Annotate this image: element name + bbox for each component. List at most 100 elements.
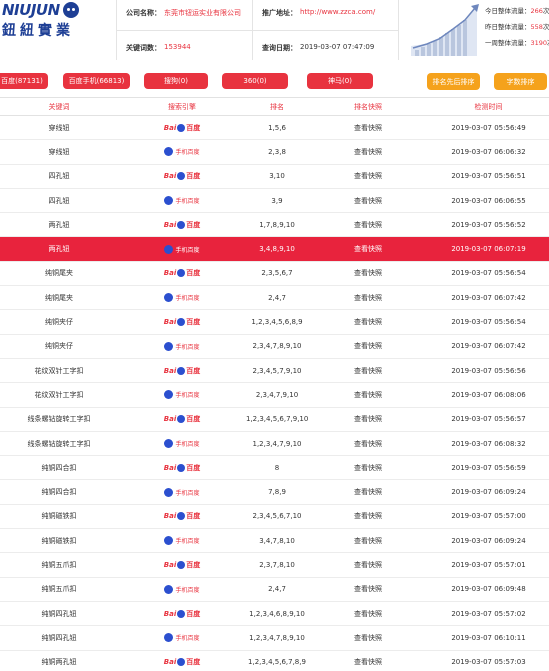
cell-time: 2019-03-07 06:09:48 bbox=[451, 585, 526, 594]
snapshot-link[interactable]: 查看快照 bbox=[308, 487, 428, 497]
cell-time: 2019-03-07 05:56:49 bbox=[451, 123, 526, 132]
baidu-logo-icon: Bai 百度 bbox=[164, 511, 200, 521]
snapshot-link[interactable]: 查看快照 bbox=[308, 463, 428, 473]
baidu-logo-icon: Bai 百度 bbox=[164, 123, 200, 133]
snapshot-link[interactable]: 查看快照 bbox=[308, 220, 428, 230]
baidu-logo-text: Bai bbox=[163, 415, 177, 424]
table-row[interactable]: 四孔钮 Bai 百度 3,10 查看快照 2019-03-07 05:56:51 bbox=[0, 165, 549, 189]
stat-week-label: 一周整体流量： bbox=[485, 39, 531, 47]
table-row[interactable]: 纯铜磁铁扣 Bai 百度 2,3,4,5,6,7,10 查看快照 2019-03-07 0… bbox=[0, 505, 549, 530]
baidu-mobile-logo-icon: 手机百度 bbox=[164, 487, 200, 497]
cell-engine: 手机百度 bbox=[118, 536, 246, 546]
stat-today: 今日整体流量：266次 bbox=[485, 5, 549, 15]
snapshot-link[interactable]: 查看快照 bbox=[308, 439, 428, 449]
table-row[interactable]: 纯铜磁铁扣 手机百度 3,4,7,8,10 查看快照 2019-03-07 06:09:… bbox=[0, 529, 549, 554]
snapshot-link[interactable]: 查看快照 bbox=[308, 536, 428, 546]
snapshot-link[interactable]: 查看快照 bbox=[308, 244, 428, 254]
snapshot-link[interactable]: 查看快照 bbox=[308, 268, 428, 278]
baidu-logo-text: 百度 bbox=[186, 269, 201, 278]
filter-shenma-button[interactable]: 神马(0) bbox=[307, 73, 373, 89]
table-row[interactable]: 纯铜夹仔 手机百度 2,3,4,7,8,9,10 查看快照 2019-03-07 06:… bbox=[0, 335, 549, 359]
table-row[interactable]: 纯铜四合扣 Bai 百度 8 查看快照 2019-03-07 05:56:59 bbox=[0, 456, 549, 481]
table-row[interactable]: 花纹双针工字扣 Bai 百度 2,3,4,5,7,9,10 查看快照 2019-03-07… bbox=[0, 359, 549, 384]
engine-filter-bar: 百度(87131) 百度手机(66813) 搜狗(0) 360(0) 神马(0)… bbox=[0, 70, 549, 94]
cell-engine: Bai 百度 bbox=[118, 171, 246, 181]
col-engine: 搜索引擎 bbox=[168, 102, 196, 111]
table-row[interactable]: 穿线钮 Bai 百度 1,5,6 查看快照 2019-03-07 05:56:49 bbox=[0, 116, 549, 141]
cell-rank: 2,3,4,5,7,9,10 bbox=[252, 366, 302, 375]
company-label: 公司名称： bbox=[126, 9, 161, 17]
filter-baidu-button[interactable]: 百度(87131) bbox=[0, 73, 48, 89]
sort-by-chars-button[interactable]: 字数排序 bbox=[494, 73, 547, 90]
stat-today-unit: 次 bbox=[542, 7, 549, 15]
table-row[interactable]: 纯铜夹仔 Bai 百度 1,2,3,4,5,6,8,9 查看快照 2019-03-07 0… bbox=[0, 310, 549, 335]
baidu-mobile-logo-text: 手机百度 bbox=[175, 586, 200, 594]
table-row[interactable]: 两孔钮 Bai 百度 1,7,8,9,10 查看快照 2019-03-07 05:56:5… bbox=[0, 213, 549, 238]
baidu-mobile-logo-icon: 手机百度 bbox=[164, 536, 200, 546]
baidu-paw-icon bbox=[164, 244, 174, 254]
snapshot-link[interactable]: 查看快照 bbox=[308, 366, 428, 376]
table-row[interactable]: 纯铜尾夹 Bai 百度 2,3,5,6,7 查看快照 2019-03-07 05:56:5… bbox=[0, 262, 549, 287]
snapshot-link[interactable]: 查看快照 bbox=[308, 147, 428, 157]
cell-keyword: 纯铜尾夹 bbox=[45, 269, 73, 278]
cell-engine: 手机百度 bbox=[118, 293, 246, 303]
table-row[interactable]: 纯铜四孔钮 Bai 百度 1,2,3,4,6,8,9,10 查看快照 2019-03-07… bbox=[0, 602, 549, 627]
site-link[interactable]: http://www.zzca.com/ bbox=[300, 8, 375, 16]
baidu-logo-text: Bai bbox=[163, 658, 177, 667]
baidu-logo-text: Bai bbox=[163, 269, 177, 278]
cell-rank: 1,2,3,4,5,6,7,8,9 bbox=[248, 658, 306, 667]
table-row[interactable]: 线条螺钻旋转工字扣 Bai 百度 1,2,3,4,5,6,7,9,10 查看快照 2019… bbox=[0, 408, 549, 432]
baidu-logo-text: 百度 bbox=[186, 658, 201, 667]
table-row[interactable]: 纯铜尾夹 手机百度 2,4,7 查看快照 2019-03-07 06:07:42 bbox=[0, 286, 549, 311]
filter-360-button[interactable]: 360(0) bbox=[222, 73, 288, 89]
baidu-paw-icon bbox=[177, 123, 186, 132]
table-row[interactable]: 穿线钮 手机百度 2,3,8 查看快照 2019-03-07 06:06:32 bbox=[0, 140, 549, 165]
cell-keyword: 纯铜四孔钮 bbox=[41, 609, 77, 618]
snapshot-link[interactable]: 查看快照 bbox=[308, 633, 428, 643]
baidu-logo-icon: Bai 百度 bbox=[164, 171, 200, 181]
stat-yesterday-unit: 次 bbox=[542, 23, 549, 31]
snapshot-link[interactable]: 查看快照 bbox=[308, 341, 428, 351]
snapshot-link[interactable]: 查看快照 bbox=[308, 414, 428, 424]
cell-rank: 1,7,8,9,10 bbox=[259, 220, 295, 229]
baidu-paw-icon bbox=[177, 172, 186, 181]
cell-keyword: 纯铜五爪扣 bbox=[41, 560, 77, 569]
table-row[interactable]: 线条螺钻旋转工字扣 手机百度 1,2,3,4,7,9,10 查看快照 2019-03-0… bbox=[0, 432, 549, 457]
site-label: 推广地址： bbox=[262, 9, 297, 17]
cell-rank: 2,3,4,7,8,9,10 bbox=[252, 342, 302, 351]
sort-by-rank-button[interactable]: 排名先后排序 bbox=[427, 73, 480, 90]
col-keyword: 关键词 bbox=[48, 102, 70, 111]
filter-baidu-mobile-button[interactable]: 百度手机(66813) bbox=[63, 73, 130, 89]
baidu-paw-icon bbox=[164, 196, 174, 206]
table-header: 关键词 搜索引擎 排名 排名快照 检测时间 bbox=[0, 97, 549, 116]
snapshot-link[interactable]: 查看快照 bbox=[308, 390, 428, 400]
snapshot-link[interactable]: 查看快照 bbox=[308, 171, 428, 181]
snapshot-link[interactable]: 查看快照 bbox=[308, 657, 428, 667]
table-row[interactable]: 纯铜五爪扣 手机百度 2,4,7 查看快照 2019-03-07 06:09:48 bbox=[0, 578, 549, 602]
baidu-logo-text: Bai bbox=[163, 366, 177, 375]
snapshot-link[interactable]: 查看快照 bbox=[308, 293, 428, 303]
table-row[interactable]: 纯铜两孔钮 Bai 百度 1,2,3,4,5,6,7,8,9 查看快照 2019-03-0… bbox=[0, 651, 549, 671]
cell-rank: 3,4,7,8,10 bbox=[259, 536, 295, 545]
filter-sogou-button[interactable]: 搜狗(0) bbox=[144, 73, 208, 89]
cell-keyword: 纯铜夹仔 bbox=[45, 342, 73, 351]
snapshot-link[interactable]: 查看快照 bbox=[308, 584, 428, 594]
table-row[interactable]: 四孔钮 手机百度 3,9 查看快照 2019-03-07 06:06:55 bbox=[0, 189, 549, 214]
table-row[interactable]: 花纹双针工字扣 手机百度 2,3,4,7,9,10 查看快照 2019-03-07 06… bbox=[0, 383, 549, 408]
cell-engine: Bai 百度 bbox=[118, 220, 246, 230]
table-row[interactable]: 纯铜四合扣 手机百度 7,8,9 查看快照 2019-03-07 06:09:24 bbox=[0, 480, 549, 505]
table-row[interactable]: 纯铜四孔钮 手机百度 1,2,3,4,7,8,9,10 查看快照 2019-03-07 … bbox=[0, 626, 549, 651]
baidu-mobile-logo-text: 手机百度 bbox=[175, 441, 200, 448]
table-row[interactable]: 两孔钮 手机百度 3,4,8,9,10 查看快照 2019-03-07 06:07:19 bbox=[0, 237, 549, 262]
cell-engine: 手机百度 bbox=[118, 147, 246, 157]
baidu-paw-icon bbox=[164, 390, 174, 400]
table-row[interactable]: 纯铜五爪扣 Bai 百度 2,3,7,8,10 查看快照 2019-03-07 05:57… bbox=[0, 553, 549, 578]
snapshot-link[interactable]: 查看快照 bbox=[308, 560, 428, 570]
snapshot-link[interactable]: 查看快照 bbox=[308, 196, 428, 206]
snapshot-link[interactable]: 查看快照 bbox=[308, 317, 428, 327]
snapshot-link[interactable]: 查看快照 bbox=[308, 511, 428, 521]
snapshot-link[interactable]: 查看快照 bbox=[308, 123, 428, 133]
baidu-logo-text: Bai bbox=[163, 318, 177, 327]
snapshot-link[interactable]: 查看快照 bbox=[308, 609, 428, 619]
cell-keyword: 四孔钮 bbox=[48, 196, 70, 205]
